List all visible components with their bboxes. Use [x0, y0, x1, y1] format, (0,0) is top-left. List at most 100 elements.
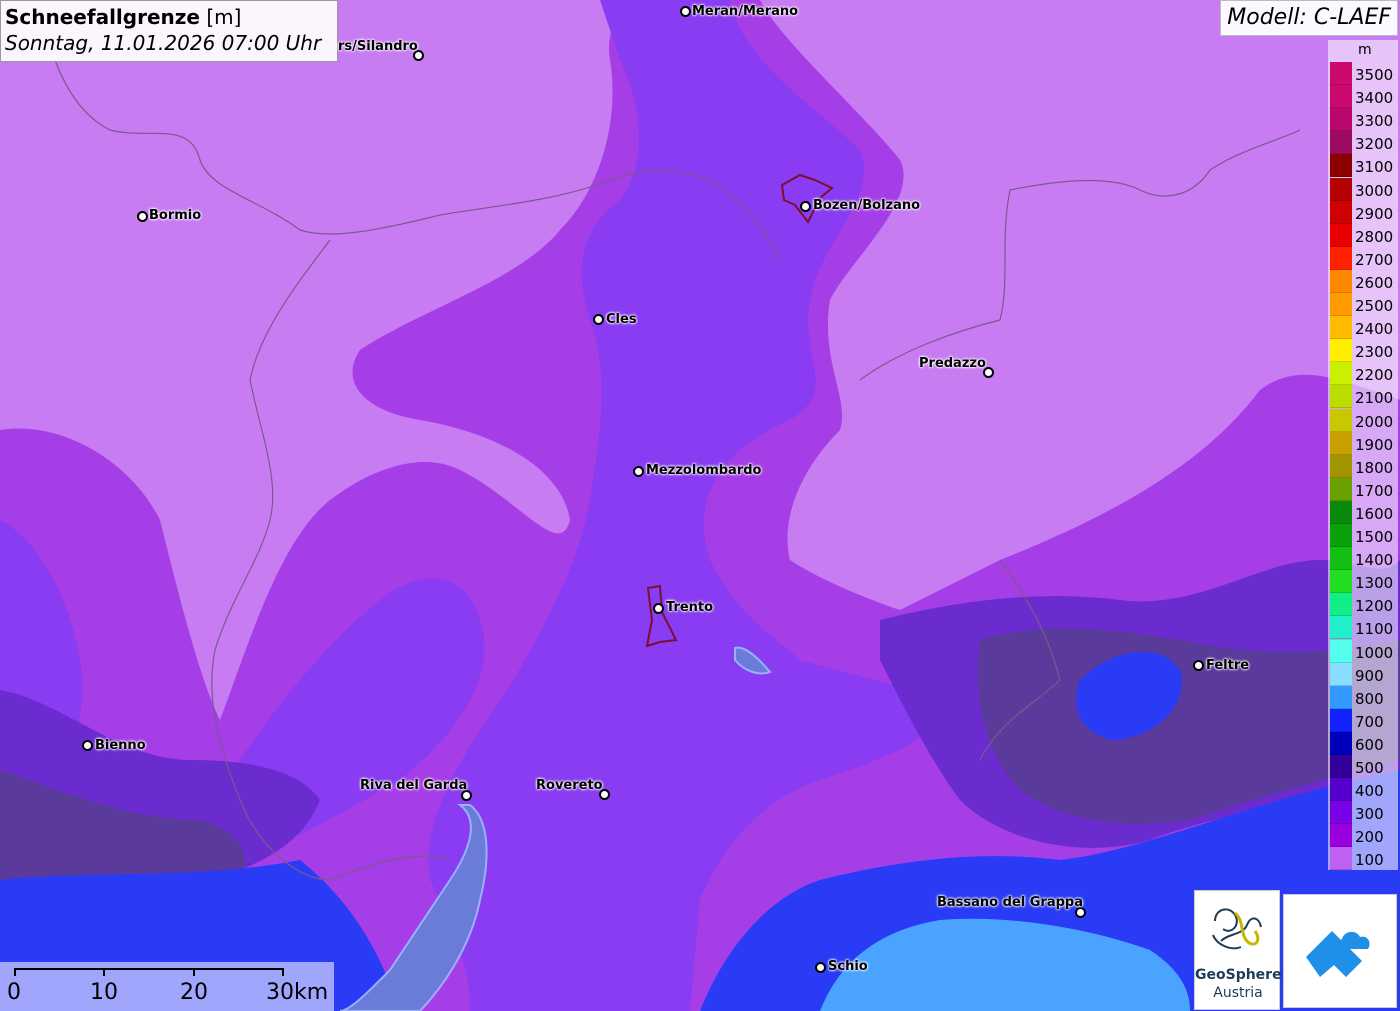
legend-label: 1100	[1355, 620, 1394, 639]
legend-row: 1700	[1330, 477, 1396, 501]
legend-label: 3000	[1355, 181, 1394, 200]
legend-label: 2400	[1355, 320, 1394, 339]
geosphere-emblem-icon	[1212, 908, 1262, 950]
legend-label: 1400	[1355, 551, 1394, 570]
city-marker[interactable]	[800, 201, 811, 212]
legend-row: 1100	[1330, 616, 1396, 640]
city-label: Schio	[828, 959, 868, 974]
legend-row: 2400	[1330, 316, 1396, 340]
legend-row: 1200	[1330, 593, 1396, 617]
legend-row: 3200	[1330, 131, 1396, 155]
legend-swatch	[1330, 847, 1352, 871]
city-marker[interactable]	[815, 962, 826, 973]
city-marker[interactable]	[633, 466, 644, 477]
legend-swatch	[1330, 108, 1352, 132]
legend-label: 100	[1355, 851, 1384, 870]
map-title: Schneefallgrenze [m]	[5, 5, 242, 29]
legend-swatch	[1330, 293, 1352, 317]
city-marker[interactable]	[82, 740, 93, 751]
legend-swatch	[1330, 547, 1352, 571]
city-marker[interactable]	[593, 314, 604, 325]
city-label: Cles	[606, 312, 637, 327]
scale-label-0: 0	[7, 980, 21, 1005]
legend-unit: m	[1358, 42, 1372, 58]
legend-swatch	[1330, 362, 1352, 386]
legend-swatch	[1330, 593, 1352, 617]
scale-label-30km: 30km	[266, 980, 329, 1005]
legend-label: 2700	[1355, 250, 1394, 269]
legend-row: 3000	[1330, 177, 1396, 201]
legend-row: 1400	[1330, 547, 1396, 571]
legend-row: 2800	[1330, 223, 1396, 247]
city-label: Feltre	[1206, 658, 1250, 673]
legend-swatch	[1330, 685, 1352, 709]
legend-swatch	[1330, 408, 1352, 432]
legend-row: 300	[1330, 801, 1396, 825]
app-logo[interactable]	[1283, 894, 1397, 1008]
legend-row: 1900	[1330, 431, 1396, 455]
legend-swatch	[1330, 639, 1352, 663]
legend-row: 3400	[1330, 85, 1396, 109]
legend-row: 2500	[1330, 293, 1396, 317]
legend-row: 200	[1330, 824, 1396, 848]
city-marker[interactable]	[680, 6, 691, 17]
legend-row: 500	[1330, 755, 1396, 779]
geosphere-name: GeoSphere	[1195, 967, 1282, 983]
legend-swatch	[1330, 339, 1352, 363]
legend-label: 200	[1355, 828, 1384, 847]
city-label: Bienno	[95, 738, 146, 753]
legend-row: 3300	[1330, 108, 1396, 132]
legend-label: 3100	[1355, 158, 1394, 177]
legend-row: 2600	[1330, 269, 1396, 293]
legend-swatch	[1330, 778, 1352, 802]
legend-row: 700	[1330, 708, 1396, 732]
legend-row: 2200	[1330, 362, 1396, 386]
legend-row: 3500	[1330, 62, 1396, 86]
city-marker[interactable]	[1193, 660, 1204, 671]
legend-swatch	[1330, 385, 1352, 409]
legend-label: 800	[1355, 689, 1384, 708]
legend-row: 1300	[1330, 570, 1396, 594]
legend-label: 600	[1355, 735, 1384, 754]
title-box: Schneefallgrenze [m] Sonntag, 11.01.2026…	[0, 0, 338, 62]
city-label: Bassano del Grappa	[937, 895, 1083, 910]
legend-label: 2300	[1355, 343, 1394, 362]
city-label: Meran/Merano	[692, 4, 799, 19]
legend-label: 1000	[1355, 643, 1394, 662]
geosphere-logo[interactable]: GeoSphere Austria	[1194, 890, 1282, 1010]
legend-row: 800	[1330, 685, 1396, 709]
legend-label: 2600	[1355, 273, 1394, 292]
map-datetime: Sonntag, 11.01.2026 07:00 Uhr	[5, 31, 322, 55]
geosphere-sub: Austria	[1213, 985, 1263, 1001]
scale-tick	[103, 968, 105, 976]
city-label: rs/Silandro	[338, 39, 418, 54]
legend-swatch	[1330, 269, 1352, 293]
legend-swatch	[1330, 200, 1352, 224]
legend-label: 1900	[1355, 435, 1394, 454]
legend-swatch	[1330, 662, 1352, 686]
legend-swatch	[1330, 755, 1352, 779]
mountain-cloud-icon	[1306, 931, 1370, 977]
scale-tick	[14, 968, 16, 976]
scale-label-20: 20	[180, 980, 208, 1005]
legend-swatch	[1330, 708, 1352, 732]
legend-label: 1600	[1355, 504, 1394, 523]
legend-label: 3500	[1355, 66, 1394, 84]
snowline-map[interactable]	[0, 0, 1400, 1011]
legend-swatch	[1330, 154, 1352, 178]
legend-label: 400	[1355, 782, 1384, 801]
city-marker[interactable]	[137, 211, 148, 222]
legend-row: 2300	[1330, 339, 1396, 363]
legend-row: 1500	[1330, 524, 1396, 548]
city-marker[interactable]	[653, 603, 664, 614]
scale-bar: 0 10 20 30km	[0, 962, 334, 1011]
legend-row: 3100	[1330, 154, 1396, 178]
legend-swatch	[1330, 477, 1352, 501]
legend-label: 500	[1355, 759, 1384, 777]
city-label: Riva del Garda	[360, 778, 468, 793]
legend-row: 1800	[1330, 454, 1396, 478]
legend-swatch	[1330, 131, 1352, 155]
legend-swatch	[1330, 570, 1352, 594]
legend-label: 1800	[1355, 458, 1394, 477]
legend-label: 700	[1355, 712, 1384, 731]
